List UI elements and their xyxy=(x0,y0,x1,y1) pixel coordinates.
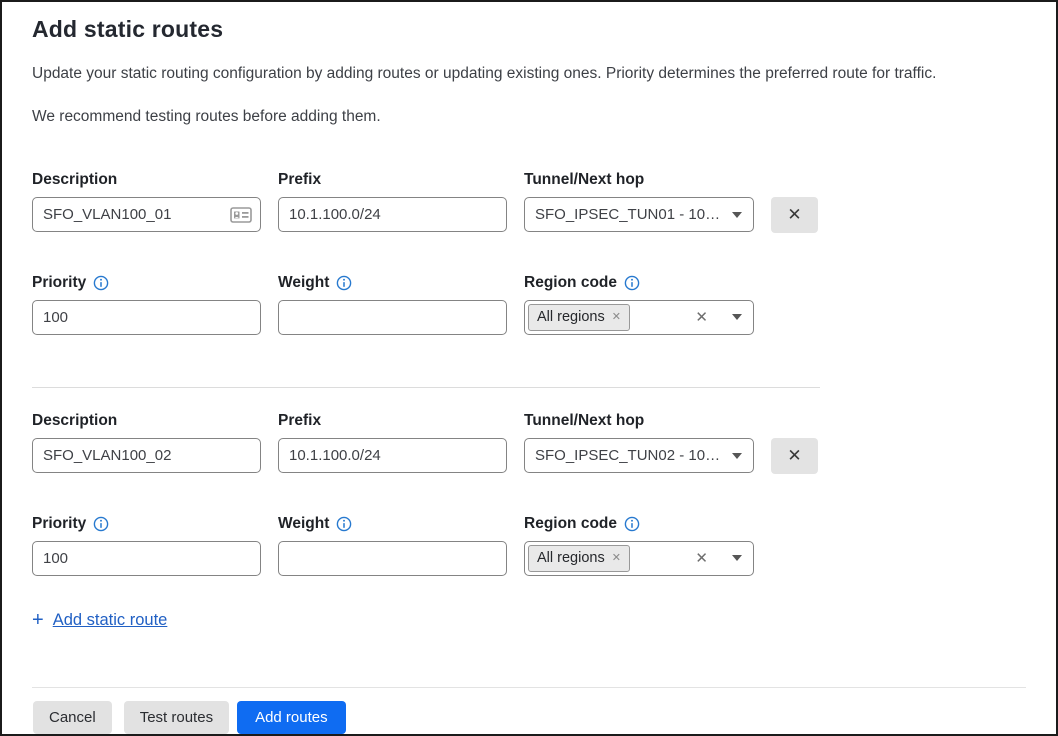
region-code-label: Region code xyxy=(524,515,617,533)
info-icon[interactable] xyxy=(336,275,352,291)
weight-label: Weight xyxy=(278,515,329,533)
chevron-down-icon xyxy=(732,314,742,320)
cancel-button[interactable]: Cancel xyxy=(33,701,112,734)
route-divider xyxy=(32,387,820,388)
weight-input[interactable] xyxy=(278,541,507,576)
tunnel-label: Tunnel/Next hop xyxy=(524,171,644,189)
add-static-route-link[interactable]: Add static route xyxy=(53,611,168,630)
test-routes-button[interactable]: Test routes xyxy=(124,701,229,734)
tunnel-select[interactable]: SFO_IPSEC_TUN01 - 10.25... xyxy=(524,197,754,232)
region-code-label: Region code xyxy=(524,274,617,292)
route-entry-1: Description Prefix Tunnel/Next hop xyxy=(32,171,1026,335)
region-chip: All regions ✕ xyxy=(528,545,630,572)
page-title: Add static routes xyxy=(32,16,1026,43)
route-entry-2: Description Prefix Tunnel/Next hop xyxy=(32,412,1026,576)
tunnel-selected-value: SFO_IPSEC_TUN01 - 10.25... xyxy=(535,206,722,223)
info-icon[interactable] xyxy=(93,275,109,291)
intro-text: Update your static routing configuration… xyxy=(32,64,1026,85)
description-label: Description xyxy=(32,412,117,430)
info-icon[interactable] xyxy=(624,275,640,291)
weight-input[interactable] xyxy=(278,300,507,335)
region-code-select[interactable]: All regions ✕ ✕ xyxy=(524,541,754,576)
plus-icon: + xyxy=(32,609,44,632)
dialog-footer: Cancel Test routes Add routes xyxy=(2,687,1056,734)
region-code-select[interactable]: All regions ✕ ✕ xyxy=(524,300,754,335)
info-icon[interactable] xyxy=(336,516,352,532)
clear-selection-icon[interactable]: ✕ xyxy=(695,310,708,325)
chevron-down-icon xyxy=(732,212,742,218)
clear-selection-icon[interactable]: ✕ xyxy=(695,551,708,566)
prefix-label: Prefix xyxy=(278,412,321,430)
remove-route-button[interactable]: ✕ xyxy=(771,197,818,233)
prefix-input[interactable] xyxy=(278,197,507,232)
prefix-label: Prefix xyxy=(278,171,321,189)
contact-card-icon xyxy=(230,206,252,223)
add-routes-button[interactable]: Add routes xyxy=(237,701,346,734)
recommendation-text: We recommend testing routes before addin… xyxy=(32,107,1026,128)
prefix-input[interactable] xyxy=(278,438,507,473)
info-icon[interactable] xyxy=(624,516,640,532)
dialog-content: Add static routes Update your static rou… xyxy=(2,2,1056,687)
weight-label: Weight xyxy=(278,274,329,292)
region-chip: All regions ✕ xyxy=(528,304,630,331)
description-input[interactable] xyxy=(32,438,261,473)
priority-input[interactable] xyxy=(32,300,261,335)
chevron-down-icon xyxy=(732,453,742,459)
chip-remove-icon[interactable]: ✕ xyxy=(612,312,621,323)
region-chip-label: All regions xyxy=(537,309,605,325)
remove-route-button[interactable]: ✕ xyxy=(771,438,818,474)
description-label: Description xyxy=(32,171,117,189)
priority-input[interactable] xyxy=(32,541,261,576)
description-input[interactable] xyxy=(32,197,261,232)
tunnel-selected-value: SFO_IPSEC_TUN02 - 10.25... xyxy=(535,447,722,464)
priority-label: Priority xyxy=(32,515,86,533)
add-static-routes-dialog: Add static routes Update your static rou… xyxy=(0,0,1058,736)
chevron-down-icon xyxy=(732,555,742,561)
priority-label: Priority xyxy=(32,274,86,292)
region-chip-label: All regions xyxy=(537,550,605,566)
chip-remove-icon[interactable]: ✕ xyxy=(612,553,621,564)
info-icon[interactable] xyxy=(93,516,109,532)
tunnel-label: Tunnel/Next hop xyxy=(524,412,644,430)
add-static-route-row: + Add static route xyxy=(32,609,1026,632)
tunnel-select[interactable]: SFO_IPSEC_TUN02 - 10.25... xyxy=(524,438,754,473)
